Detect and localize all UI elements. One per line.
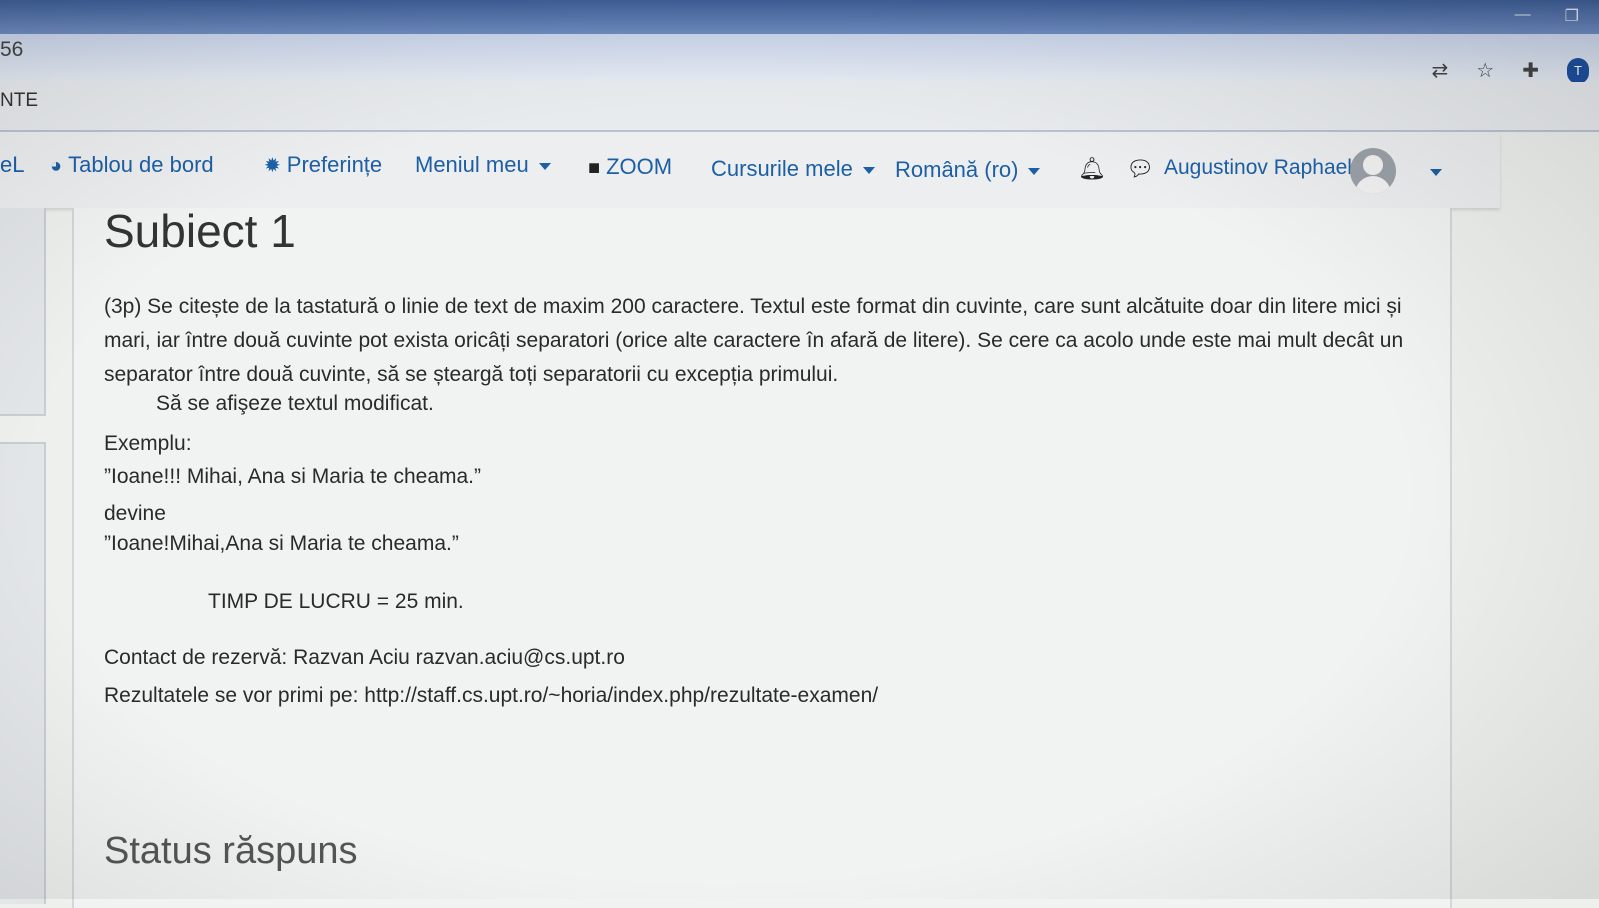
question-task: Să se afişeze textul modificat. bbox=[156, 392, 434, 415]
left-drawer-block[interactable] bbox=[0, 442, 46, 904]
nav-zoom-label: ZOOM bbox=[606, 154, 673, 179]
bookmarks-bar: NTE bbox=[0, 82, 1599, 132]
nav-my-menu[interactable]: Meniul meu bbox=[415, 152, 551, 178]
profile-icon[interactable]: T bbox=[1567, 58, 1589, 84]
dashboard-icon: ◕ bbox=[50, 155, 63, 177]
browser-extension-icons: ⇄ ☆ ✚ T bbox=[1432, 58, 1589, 84]
star-icon[interactable]: ☆ bbox=[1476, 61, 1494, 81]
zoom-icon: ■ bbox=[588, 157, 601, 179]
nav-dashboard-label: Tablou de bord bbox=[68, 152, 214, 177]
nav-language-label: Română (ro) bbox=[895, 157, 1019, 182]
maximize-icon[interactable]: ❐ bbox=[1565, 6, 1579, 26]
window-titlebar: — ❐ bbox=[0, 0, 1599, 34]
gear-icon: ✹ bbox=[264, 155, 281, 177]
contact-line: Contact de rezervă: Razvan Aciu razvan.a… bbox=[104, 646, 625, 669]
chevron-down-icon bbox=[1430, 168, 1442, 176]
time-limit: TIMP DE LUCRU = 25 min. bbox=[208, 590, 464, 613]
user-menu-name[interactable]: Augustinov Raphael bbox=[1164, 156, 1352, 180]
example-becomes: devine bbox=[104, 502, 166, 525]
question-title: Subiect 1 bbox=[104, 205, 296, 257]
bookmark-item[interactable]: NTE bbox=[0, 90, 38, 112]
chevron-down-icon bbox=[862, 166, 875, 174]
example-output: ”Ioane!Mihai,Ana si Maria te cheama.” bbox=[104, 532, 459, 555]
nav-language[interactable]: Română (ro) bbox=[895, 157, 1041, 183]
answer-status-heading: Status răspuns bbox=[104, 830, 358, 872]
extensions-icon[interactable]: ✚ bbox=[1522, 61, 1539, 81]
bell-icon[interactable]: 🔔︎ bbox=[1078, 156, 1106, 182]
user-menu-toggle[interactable] bbox=[1420, 158, 1442, 184]
translate-icon[interactable]: ⇄ bbox=[1432, 61, 1449, 81]
tab-title-fragment[interactable]: 56 bbox=[0, 38, 23, 62]
chevron-down-icon bbox=[1028, 167, 1041, 175]
avatar[interactable] bbox=[1350, 148, 1396, 194]
nav-my-courses-label: Cursurile mele bbox=[711, 156, 853, 181]
question-text: (3p) Se citește de la tastatură o linie … bbox=[104, 295, 1404, 386]
nav-preferences[interactable]: ✹ Preferințe bbox=[264, 152, 382, 178]
nav-my-menu-label: Meniul meu bbox=[415, 152, 529, 177]
chevron-down-icon bbox=[538, 162, 551, 170]
left-drawer-block[interactable] bbox=[0, 208, 46, 416]
example-input: ”Ioane!!! Mihai, Ana si Maria te cheama.… bbox=[104, 465, 482, 488]
nav-my-courses[interactable]: Cursurile mele bbox=[711, 156, 875, 182]
minimize-icon[interactable]: — bbox=[1515, 6, 1531, 26]
site-brand[interactable]: eL bbox=[0, 152, 24, 178]
message-icon[interactable]: 💬︎ bbox=[1126, 156, 1154, 182]
example-label: Exemplu: bbox=[104, 432, 192, 455]
address-bar bbox=[0, 34, 1599, 82]
window-controls: — ❐ bbox=[1515, 6, 1579, 26]
nav-zoom[interactable]: ■ ZOOM bbox=[588, 154, 672, 180]
nav-dashboard[interactable]: ◕ Tablou de bord bbox=[50, 152, 214, 178]
results-line: Rezultatele se vor primi pe: http://staf… bbox=[104, 684, 879, 707]
nav-preferences-label: Preferințe bbox=[286, 152, 383, 177]
